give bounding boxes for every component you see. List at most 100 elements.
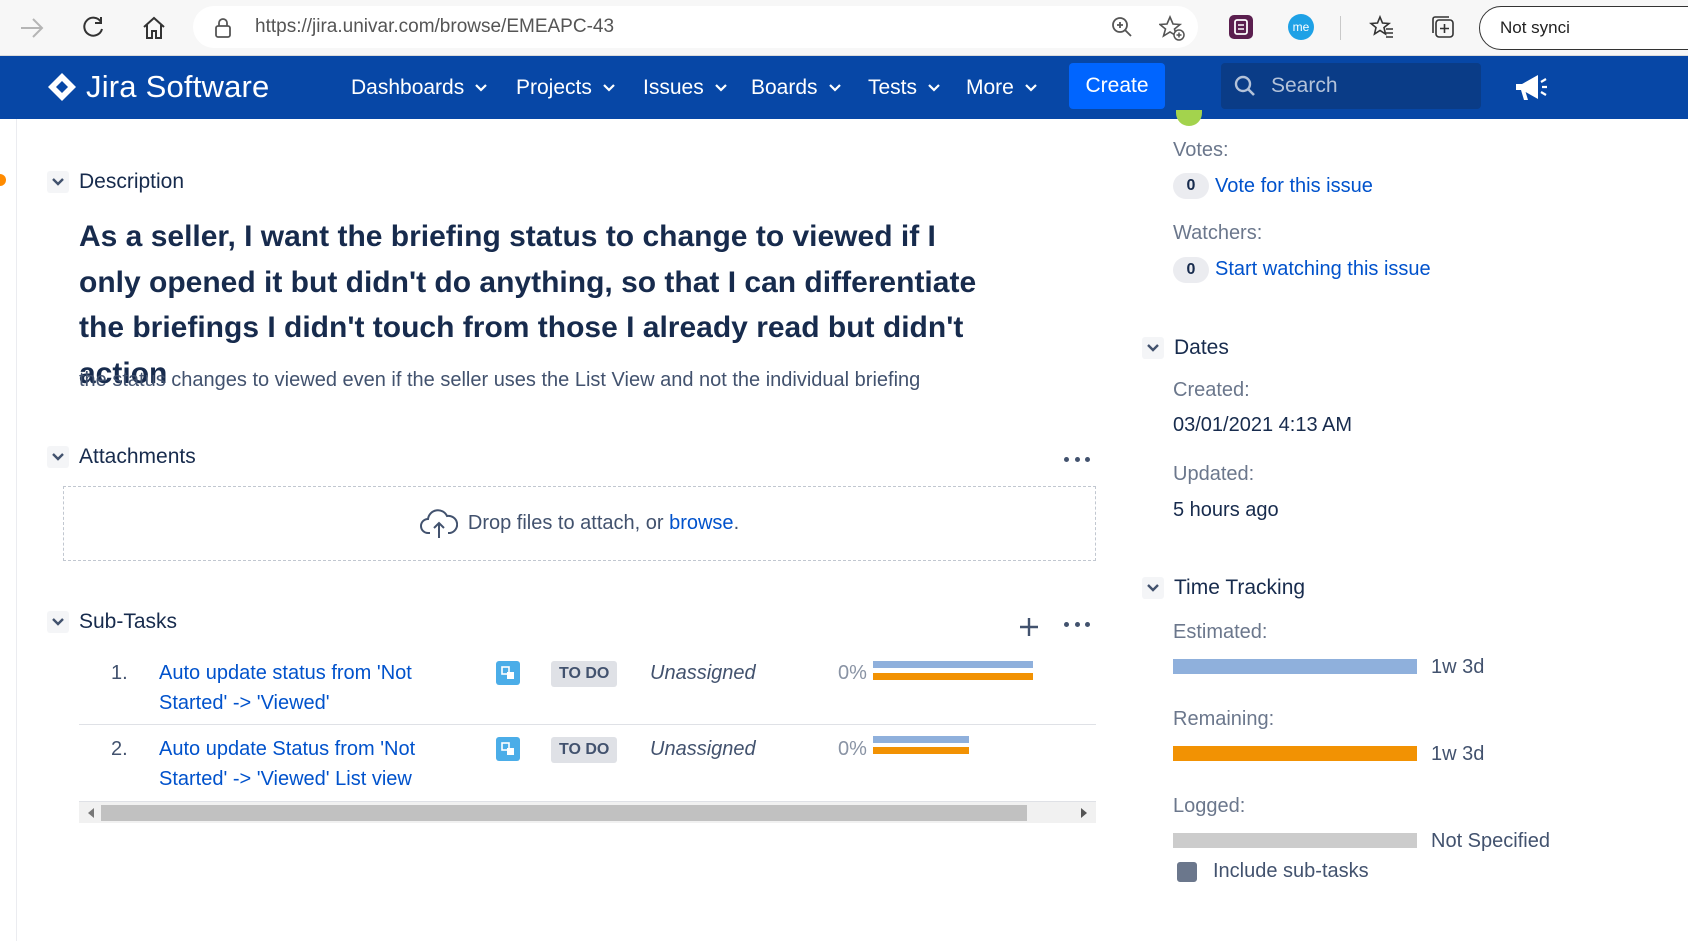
dates-heading: Dates xyxy=(1174,336,1229,359)
subtasks-more-icon[interactable] xyxy=(1064,618,1090,630)
subtask-row: 1. Auto update status from 'Not Started'… xyxy=(79,658,1096,724)
status-badge[interactable]: TO DO xyxy=(551,737,618,763)
browser-toolbar: https://jira.univar.com/browse/EMEAPC-43… xyxy=(0,0,1688,56)
subtask-progress: 0% xyxy=(838,738,867,760)
estimated-bar xyxy=(1173,659,1417,674)
subtask-title-link[interactable]: Auto update status from 'Not Started' ->… xyxy=(159,658,459,718)
logged-bar xyxy=(1173,833,1417,848)
nav-projects[interactable]: Projects xyxy=(516,56,616,119)
scroll-right-icon[interactable] xyxy=(1078,807,1090,819)
chevron-down-icon[interactable] xyxy=(1142,337,1164,359)
subtask-row: 2. Auto update Status from 'Not Started'… xyxy=(79,734,1096,800)
estimated-value: 1w 3d xyxy=(1431,656,1485,678)
subtask-number: 1. xyxy=(111,662,128,684)
dates-header[interactable]: Dates xyxy=(1142,336,1229,360)
add-favorite-icon[interactable] xyxy=(1159,15,1185,41)
watchers-count-badge: 0 xyxy=(1173,257,1209,283)
logged-value: Not Specified xyxy=(1431,830,1550,852)
collections-icon[interactable] xyxy=(1428,12,1458,42)
nav-projects-label: Projects xyxy=(516,75,592,99)
logo-text: Jira Software xyxy=(86,69,270,104)
subtask-estimate-bar xyxy=(873,661,1033,668)
nav-dashboards[interactable]: Dashboards xyxy=(351,56,488,119)
nav-boards[interactable]: Boards xyxy=(751,56,842,119)
home-icon[interactable] xyxy=(136,10,172,46)
back-arrow-icon[interactable] xyxy=(14,10,50,46)
lock-icon xyxy=(213,17,233,39)
logged-label: Logged: xyxy=(1173,795,1246,817)
time-tracking-header[interactable]: Time Tracking xyxy=(1142,576,1305,600)
jira-logo[interactable]: Jira Software xyxy=(46,67,270,107)
me-extension-icon[interactable]: me xyxy=(1286,12,1316,42)
attachments-more-icon[interactable] xyxy=(1064,453,1090,465)
subtask-number: 2. xyxy=(111,738,128,760)
description-detail: the status changes to viewed even if the… xyxy=(79,369,921,391)
chevron-down-icon[interactable] xyxy=(47,611,69,633)
created-value: 03/01/2021 4:13 AM xyxy=(1173,414,1353,436)
chevron-down-icon xyxy=(828,83,842,93)
attachments-header[interactable]: Attachments xyxy=(47,445,196,469)
status-badge[interactable]: TO DO xyxy=(551,661,618,687)
chevron-down-icon xyxy=(602,83,616,93)
vote-link[interactable]: Vote for this issue xyxy=(1215,175,1373,198)
chevron-down-icon xyxy=(714,83,728,93)
horizontal-scrollbar[interactable] xyxy=(79,801,1096,823)
nav-boards-label: Boards xyxy=(751,75,818,99)
subtask-assignee: Unassigned xyxy=(650,662,756,684)
search-input[interactable]: Search xyxy=(1221,63,1481,109)
nav-issues[interactable]: Issues xyxy=(643,56,728,119)
subtask-title-link[interactable]: Auto update Status from 'Not Started' ->… xyxy=(159,734,459,794)
votes-label: Votes: xyxy=(1173,139,1229,161)
subtask-type-icon xyxy=(496,737,520,761)
subtasks-heading: Sub-Tasks xyxy=(79,610,178,633)
subtask-remaining-bar xyxy=(873,673,1033,680)
profile-button[interactable]: Not synci xyxy=(1479,6,1688,50)
url-text: https://jira.univar.com/browse/EMEAPC-43 xyxy=(255,16,615,37)
dropzone-text: Drop files to attach, or xyxy=(467,512,670,534)
nav-more[interactable]: More xyxy=(966,56,1038,119)
favorites-icon[interactable] xyxy=(1367,12,1397,42)
watch-link[interactable]: Start watching this issue xyxy=(1215,258,1431,281)
chevron-down-icon xyxy=(1024,83,1038,93)
zoom-icon[interactable] xyxy=(1111,16,1133,38)
description-header[interactable]: Description xyxy=(47,170,184,194)
scrollbar-thumb[interactable] xyxy=(101,805,1027,821)
address-bar[interactable]: https://jira.univar.com/browse/EMEAPC-43 xyxy=(193,6,1198,48)
search-placeholder: Search xyxy=(1271,74,1338,97)
subtask-divider xyxy=(79,724,1096,725)
nav-tests[interactable]: Tests xyxy=(868,56,941,119)
chevron-down-icon xyxy=(927,83,941,93)
chevron-down-icon xyxy=(474,83,488,93)
updated-label: Updated: xyxy=(1173,463,1255,485)
create-button[interactable]: Create xyxy=(1069,63,1165,109)
subtask-remaining-bar xyxy=(873,747,969,754)
attachment-dropzone[interactable]: Drop files to attach, or browse . xyxy=(63,486,1096,561)
toolbar-divider xyxy=(1340,16,1341,40)
scroll-left-icon[interactable] xyxy=(85,807,97,819)
votes-count-badge: 0 xyxy=(1173,173,1209,199)
jira-diamond-icon xyxy=(46,71,78,103)
refresh-icon[interactable] xyxy=(75,10,111,46)
updated-value: 5 hours ago xyxy=(1173,499,1279,521)
include-subtasks-checkbox[interactable] xyxy=(1177,862,1197,882)
subtask-progress: 0% xyxy=(838,662,867,684)
nav-issues-label: Issues xyxy=(643,75,704,99)
browse-link[interactable]: browse xyxy=(669,512,733,535)
chevron-down-icon[interactable] xyxy=(47,171,69,193)
dropzone-suffix: . xyxy=(733,512,740,534)
nav-more-label: More xyxy=(966,75,1014,99)
remaining-label: Remaining: xyxy=(1173,708,1275,730)
created-label: Created: xyxy=(1173,379,1250,401)
nav-dashboards-label: Dashboards xyxy=(351,75,465,99)
megaphone-icon[interactable] xyxy=(1510,70,1550,106)
chevron-down-icon[interactable] xyxy=(1142,577,1164,599)
cloud-upload-icon xyxy=(419,508,458,539)
add-subtask-icon[interactable] xyxy=(1016,614,1042,640)
search-icon xyxy=(1233,74,1257,98)
extension-icon[interactable] xyxy=(1226,12,1256,42)
remaining-bar xyxy=(1173,746,1417,761)
subtasks-header[interactable]: Sub-Tasks xyxy=(47,610,177,634)
attachments-heading: Attachments xyxy=(79,445,196,468)
nav-tests-label: Tests xyxy=(868,75,918,99)
chevron-down-icon[interactable] xyxy=(47,446,69,468)
